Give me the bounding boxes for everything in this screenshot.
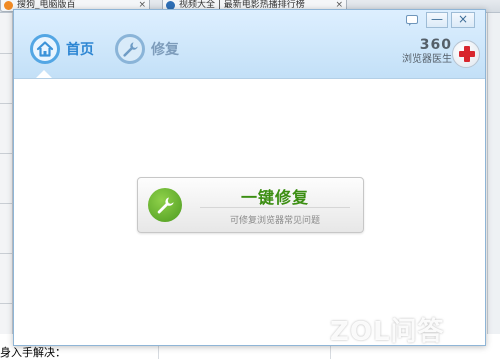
page-left-gutter [0,13,13,348]
nav-repair-tab[interactable]: 修复 [115,32,179,66]
wrench-icon [115,34,145,64]
minimize-button[interactable]: — [426,12,448,28]
dialog-header: — × 首页 修复 360 浏览器医生 [14,10,485,79]
nav-home-label: 首页 [66,42,94,58]
brand-number: 360 [419,37,452,53]
one-click-repair-button[interactable]: 一键修复 可修复浏览器常见问题 [137,177,364,233]
repair-button-title: 一键修复 [240,188,309,207]
nav-home-tab[interactable]: 首页 [30,32,94,66]
page-scrollbar[interactable] [487,13,500,348]
close-button[interactable]: × [451,12,475,28]
active-tab-pointer [36,70,52,78]
watermark: ZOL问答 [330,312,445,352]
nav-repair-label: 修复 [151,42,179,58]
brand-logo: 360 浏览器医生 [394,38,452,66]
wrench-icon [148,188,182,222]
page-body-text: 身入手解决： [0,346,66,359]
repair-button-divider [200,207,350,208]
home-icon [30,34,60,64]
repair-button-subtitle: 可修复浏览器常见问题 [229,216,320,226]
tab-favicon-icon [4,1,13,10]
medical-cross-icon [452,40,480,68]
browser-doctor-dialog: — × 首页 修复 360 浏览器医生 一键修复 可修复浏览器常见问题 [13,9,486,346]
brand-name: 浏览器医生 [402,54,452,65]
watermark-text: ZOL问答 [330,317,445,347]
feedback-icon[interactable] [406,15,418,26]
